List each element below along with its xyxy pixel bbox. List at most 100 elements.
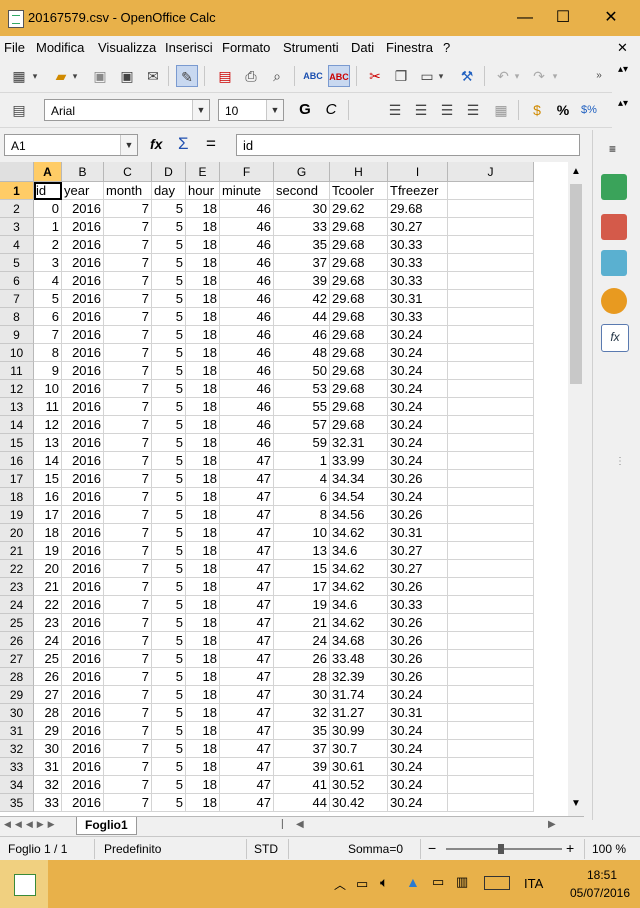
cell-tfreezer[interactable]: 30.27 xyxy=(388,560,448,578)
new-document-icon[interactable]: ▦ xyxy=(8,65,30,87)
cell-month[interactable]: 7 xyxy=(104,326,152,344)
cell-id[interactable]: 28 xyxy=(34,704,62,722)
align-left-icon[interactable]: ☰ xyxy=(384,99,406,121)
clock-time[interactable]: 18:51 xyxy=(580,868,624,882)
cell-id[interactable]: 5 xyxy=(34,290,62,308)
cell-year[interactable]: 2016 xyxy=(62,722,104,740)
cell-empty[interactable] xyxy=(448,452,534,470)
cell-second[interactable]: 21 xyxy=(274,614,330,632)
cell-tcooler[interactable]: 29.68 xyxy=(330,236,388,254)
cell-tfreezer[interactable]: 30.24 xyxy=(388,686,448,704)
cell-month[interactable]: 7 xyxy=(104,794,152,812)
battery-icon[interactable]: ▭ xyxy=(356,876,368,892)
cell-id[interactable]: 26 xyxy=(34,668,62,686)
row-header[interactable]: 34 xyxy=(0,776,34,794)
cell-day[interactable]: 5 xyxy=(152,434,186,452)
cell-empty[interactable] xyxy=(448,326,534,344)
row-header[interactable]: 28 xyxy=(0,668,34,686)
formula-input[interactable]: id xyxy=(236,134,580,156)
cell-minute[interactable]: 47 xyxy=(220,704,274,722)
sidebar-menu-icon[interactable]: ≡ xyxy=(609,142,616,156)
cell-minute[interactable]: 47 xyxy=(220,632,274,650)
row-header[interactable]: 23 xyxy=(0,578,34,596)
chevron-down-icon[interactable]: ▼ xyxy=(266,100,283,120)
row-header[interactable]: 19 xyxy=(0,506,34,524)
row-header[interactable]: 3 xyxy=(0,218,34,236)
cell-id[interactable]: 4 xyxy=(34,272,62,290)
cell-id[interactable]: 33 xyxy=(34,794,62,812)
cell-empty[interactable] xyxy=(448,398,534,416)
column-header-f[interactable]: F xyxy=(220,162,274,182)
open-folder-icon[interactable]: ▰ xyxy=(50,65,72,87)
chevron-down-icon[interactable]: ▼ xyxy=(120,135,137,155)
cell-tfreezer[interactable]: 30.26 xyxy=(388,650,448,668)
export-pdf-icon[interactable]: ▤ xyxy=(214,65,236,87)
cell-day[interactable]: 5 xyxy=(152,344,186,362)
cell-second[interactable]: 39 xyxy=(274,272,330,290)
cell-tfreezer[interactable]: 30.31 xyxy=(388,524,448,542)
cell-hour[interactable]: 18 xyxy=(186,704,220,722)
cell-empty[interactable] xyxy=(448,488,534,506)
cell-hour[interactable]: 18 xyxy=(186,740,220,758)
cell-tcooler[interactable]: 31.74 xyxy=(330,686,388,704)
volume-icon[interactable]: 🔈︎ xyxy=(380,874,388,891)
new-dropdown-icon[interactable]: ▾ xyxy=(30,65,40,87)
cell-second[interactable]: 44 xyxy=(274,308,330,326)
cell-month[interactable]: 7 xyxy=(104,632,152,650)
cell-empty[interactable] xyxy=(448,362,534,380)
row-header[interactable]: 33 xyxy=(0,758,34,776)
row-header[interactable]: 25 xyxy=(0,614,34,632)
cell-month[interactable]: 7 xyxy=(104,398,152,416)
cell-hour[interactable]: 18 xyxy=(186,470,220,488)
cell-second[interactable]: 41 xyxy=(274,776,330,794)
menu-strumenti[interactable]: Strumenti xyxy=(283,40,339,55)
cell-day[interactable]: 5 xyxy=(152,524,186,542)
menu-inserisci[interactable]: Inserisci xyxy=(165,40,213,55)
cell-minute[interactable]: 47 xyxy=(220,560,274,578)
cell-minute[interactable]: 46 xyxy=(220,398,274,416)
cell-tfreezer[interactable]: 30.27 xyxy=(388,218,448,236)
cell-month[interactable]: 7 xyxy=(104,542,152,560)
cell-minute[interactable]: 47 xyxy=(220,452,274,470)
cell-minute[interactable]: 46 xyxy=(220,290,274,308)
cell-empty[interactable] xyxy=(448,740,534,758)
cell-second[interactable]: 37 xyxy=(274,740,330,758)
email-icon[interactable]: ✉ xyxy=(142,65,164,87)
cell-minute[interactable]: 46 xyxy=(220,236,274,254)
cell-tfreezer[interactable]: 30.26 xyxy=(388,632,448,650)
input-language[interactable]: ITA xyxy=(524,876,543,891)
cell-hour[interactable]: 18 xyxy=(186,506,220,524)
column-header-i[interactable]: I xyxy=(388,162,448,182)
cell-empty[interactable] xyxy=(448,668,534,686)
cell-month[interactable]: 7 xyxy=(104,650,152,668)
cell-day[interactable]: 5 xyxy=(152,668,186,686)
cell-minute[interactable]: 47 xyxy=(220,722,274,740)
styles-formatting-icon[interactable] xyxy=(601,214,627,240)
cell-month[interactable]: 7 xyxy=(104,758,152,776)
cell-hour[interactable]: 18 xyxy=(186,686,220,704)
cell-tcooler[interactable]: 33.99 xyxy=(330,452,388,470)
cell-empty[interactable] xyxy=(448,632,534,650)
cell-month[interactable]: 7 xyxy=(104,236,152,254)
header-cell-second[interactable]: second xyxy=(274,182,330,200)
cell-empty[interactable] xyxy=(448,578,534,596)
cell-minute[interactable]: 46 xyxy=(220,326,274,344)
cell-year[interactable]: 2016 xyxy=(62,362,104,380)
cell-minute[interactable]: 47 xyxy=(220,524,274,542)
cell-tfreezer[interactable]: 30.24 xyxy=(388,416,448,434)
cell-year[interactable]: 2016 xyxy=(62,686,104,704)
cell-hour[interactable]: 18 xyxy=(186,650,220,668)
cell-day[interactable]: 5 xyxy=(152,326,186,344)
cell-minute[interactable]: 46 xyxy=(220,362,274,380)
print-icon[interactable]: ⎙ xyxy=(240,65,262,87)
cell-minute[interactable]: 47 xyxy=(220,614,274,632)
cell-day[interactable]: 5 xyxy=(152,272,186,290)
cell-hour[interactable]: 18 xyxy=(186,668,220,686)
cell-tcooler[interactable]: 29.68 xyxy=(330,326,388,344)
row-header[interactable]: 27 xyxy=(0,650,34,668)
cell-hour[interactable]: 18 xyxy=(186,290,220,308)
cell-tfreezer[interactable]: 30.24 xyxy=(388,452,448,470)
percent-format-button[interactable]: % xyxy=(552,99,574,121)
cell-id[interactable]: 11 xyxy=(34,398,62,416)
cell-tfreezer[interactable]: 30.33 xyxy=(388,308,448,326)
